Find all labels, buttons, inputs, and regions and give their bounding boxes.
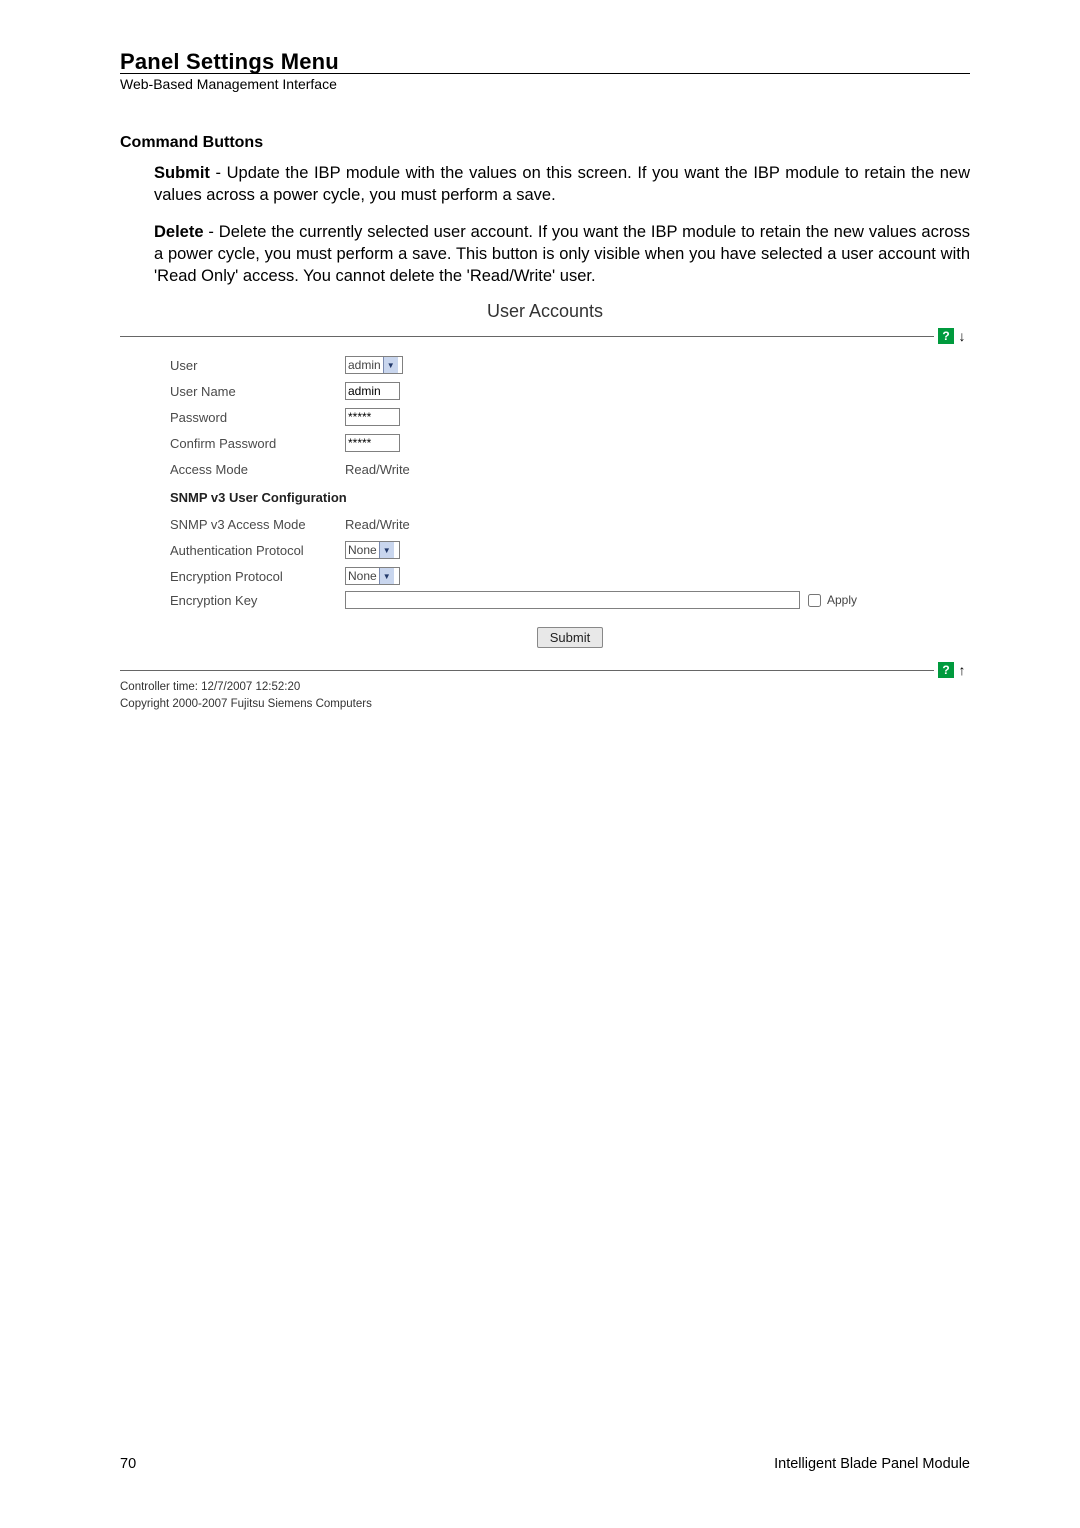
row-user: User admin ▼ [170,354,970,376]
submit-text: - Update the IBP module with the values … [154,164,970,204]
submit-button[interactable]: Submit [537,627,603,648]
row-access-mode: Access Mode Read/Write [170,458,970,480]
apply-checkbox-wrap[interactable]: Apply [808,593,857,607]
controller-time: Controller time: 12/7/2007 12:52:20 [120,680,970,695]
form-area: User admin ▼ User Name Password Confirm … [120,344,970,662]
submit-description: Submit - Update the IBP module with the … [154,162,970,207]
password-input[interactable] [345,408,400,426]
row-snmp-access: SNMP v3 Access Mode Read/Write [170,513,970,535]
apply-checkbox[interactable] [808,594,821,607]
user-select[interactable]: admin ▼ [345,356,403,374]
row-password: Password [170,406,970,428]
panel-title: User Accounts [120,301,970,322]
screenshot-panel: User Accounts ? ↓ User admin ▼ User Name… [120,301,970,712]
snmp-access-value: Read/Write [345,517,410,532]
divider [120,670,934,671]
chevron-down-icon: ▼ [383,357,398,373]
submit-row: Submit [170,627,970,648]
help-icon[interactable]: ? [938,662,954,678]
down-arrow-icon[interactable]: ↓ [954,328,970,344]
row-enc-proto: Encryption Protocol None ▼ [170,565,970,587]
row-auth-proto: Authentication Protocol None ▼ [170,539,970,561]
product-name: Intelligent Blade Panel Module [774,1456,970,1472]
page-footer: 70 Intelligent Blade Panel Module [120,1456,970,1472]
user-select-value: admin [348,358,383,372]
label-password: Password [170,410,345,425]
chevron-down-icon: ▼ [379,568,394,584]
label-auth-proto: Authentication Protocol [170,543,345,558]
auth-proto-value: None [348,543,379,557]
row-confirm-password: Confirm Password [170,432,970,454]
snmp-heading: SNMP v3 User Configuration [170,490,970,505]
help-icon[interactable]: ? [938,328,954,344]
label-snmp-access: SNMP v3 Access Mode [170,517,345,532]
enc-proto-select[interactable]: None ▼ [345,567,400,585]
copyright: Copyright 2000-2007 Fujitsu Siemens Comp… [120,697,970,712]
bottom-rule: ? ↑ [120,662,970,678]
section-heading: Command Buttons [120,134,970,152]
top-rule: ? ↓ [120,328,970,344]
label-enc-key: Encryption Key [170,593,345,608]
page-number: 70 [120,1456,136,1472]
delete-term: Delete [154,223,204,241]
delete-text: - Delete the currently selected user acc… [154,223,970,286]
row-user-name: User Name [170,380,970,402]
label-user: User [170,358,345,373]
label-access-mode: Access Mode [170,462,345,477]
enc-proto-value: None [348,569,379,583]
label-enc-proto: Encryption Protocol [170,569,345,584]
apply-label: Apply [827,593,857,607]
delete-description: Delete - Delete the currently selected u… [154,221,970,288]
page-title: Panel Settings Menu [120,50,970,74]
auth-proto-select[interactable]: None ▼ [345,541,400,559]
divider [120,336,934,337]
up-arrow-icon[interactable]: ↑ [954,662,970,678]
page-subtitle: Web-Based Management Interface [120,76,970,92]
chevron-down-icon: ▼ [379,542,394,558]
row-enc-key: Encryption Key Apply [170,591,970,609]
label-confirm-password: Confirm Password [170,436,345,451]
submit-term: Submit [154,164,210,182]
label-user-name: User Name [170,384,345,399]
page-title-text: Panel Settings Menu [120,49,339,74]
enc-key-input[interactable] [345,591,800,609]
confirm-password-input[interactable] [345,434,400,452]
access-mode-value: Read/Write [345,462,410,477]
user-name-input[interactable] [345,382,400,400]
